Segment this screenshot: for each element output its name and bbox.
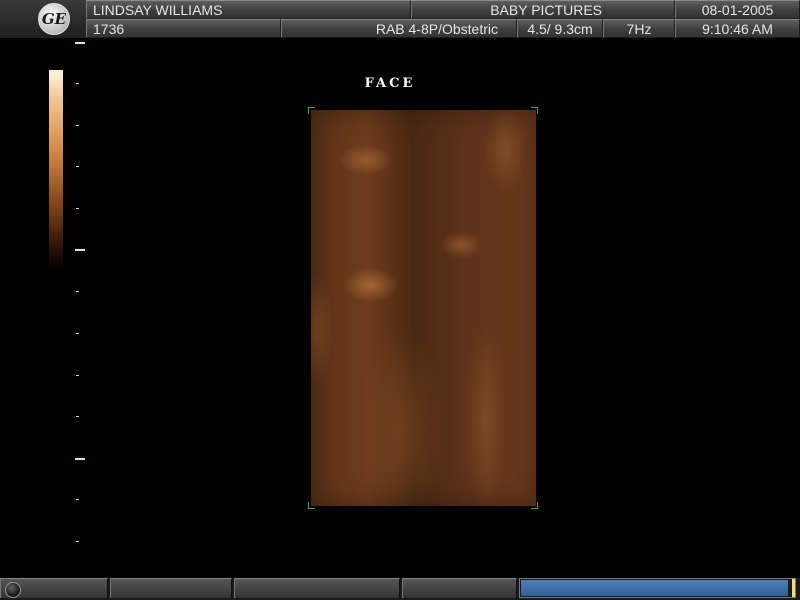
depth-tick: [75, 458, 85, 460]
image-label: FACE: [364, 76, 416, 91]
depth-tick: [76, 125, 79, 126]
cine-progress-bar[interactable]: [519, 578, 796, 598]
study-title: BABY PICTURES: [411, 0, 675, 19]
ge-logo: GE: [0, 0, 87, 38]
color-scale-bar: [49, 70, 63, 270]
patient-name: LINDSAY WILLIAMS: [86, 0, 411, 19]
depth-tick: [76, 333, 79, 334]
ge-logo-icon: GE: [38, 3, 70, 35]
softkey-tab-3[interactable]: [402, 578, 517, 598]
depth-tick: [76, 291, 79, 292]
cine-progress-fill: [521, 580, 789, 596]
depth-tick: [76, 541, 79, 542]
cine-progress-end-marker: [792, 579, 795, 597]
depth-tick: [76, 166, 79, 167]
depth-tick: [76, 208, 79, 209]
exam-time: 9:10:46 AM: [675, 19, 800, 38]
frame-rate: 7Hz: [603, 19, 675, 38]
patient-id: 1736: [86, 19, 281, 38]
depth-tick: [76, 499, 79, 500]
depth-tick: [76, 416, 79, 417]
depth-tick: [75, 42, 85, 44]
trackball-icon: [5, 582, 21, 598]
softkey-tab-2[interactable]: [234, 578, 400, 598]
depth-readout: 4.5/ 9.3cm: [517, 19, 603, 38]
bottom-toolbar: [0, 578, 800, 600]
depth-tick: [76, 375, 79, 376]
ultrasound-3d-render[interactable]: [311, 110, 536, 506]
roi-corner-marker: [531, 107, 538, 114]
softkey-tab-1[interactable]: [110, 578, 232, 598]
exam-date: 08-01-2005: [675, 0, 800, 19]
depth-tick: [75, 249, 85, 251]
roi-corner-marker: [531, 502, 538, 509]
probe-preset: RAB 4-8P/Obstetric: [281, 19, 517, 38]
roi-corner-marker: [308, 502, 315, 509]
roi-corner-marker: [308, 107, 315, 114]
trackball-button[interactable]: [0, 578, 108, 598]
